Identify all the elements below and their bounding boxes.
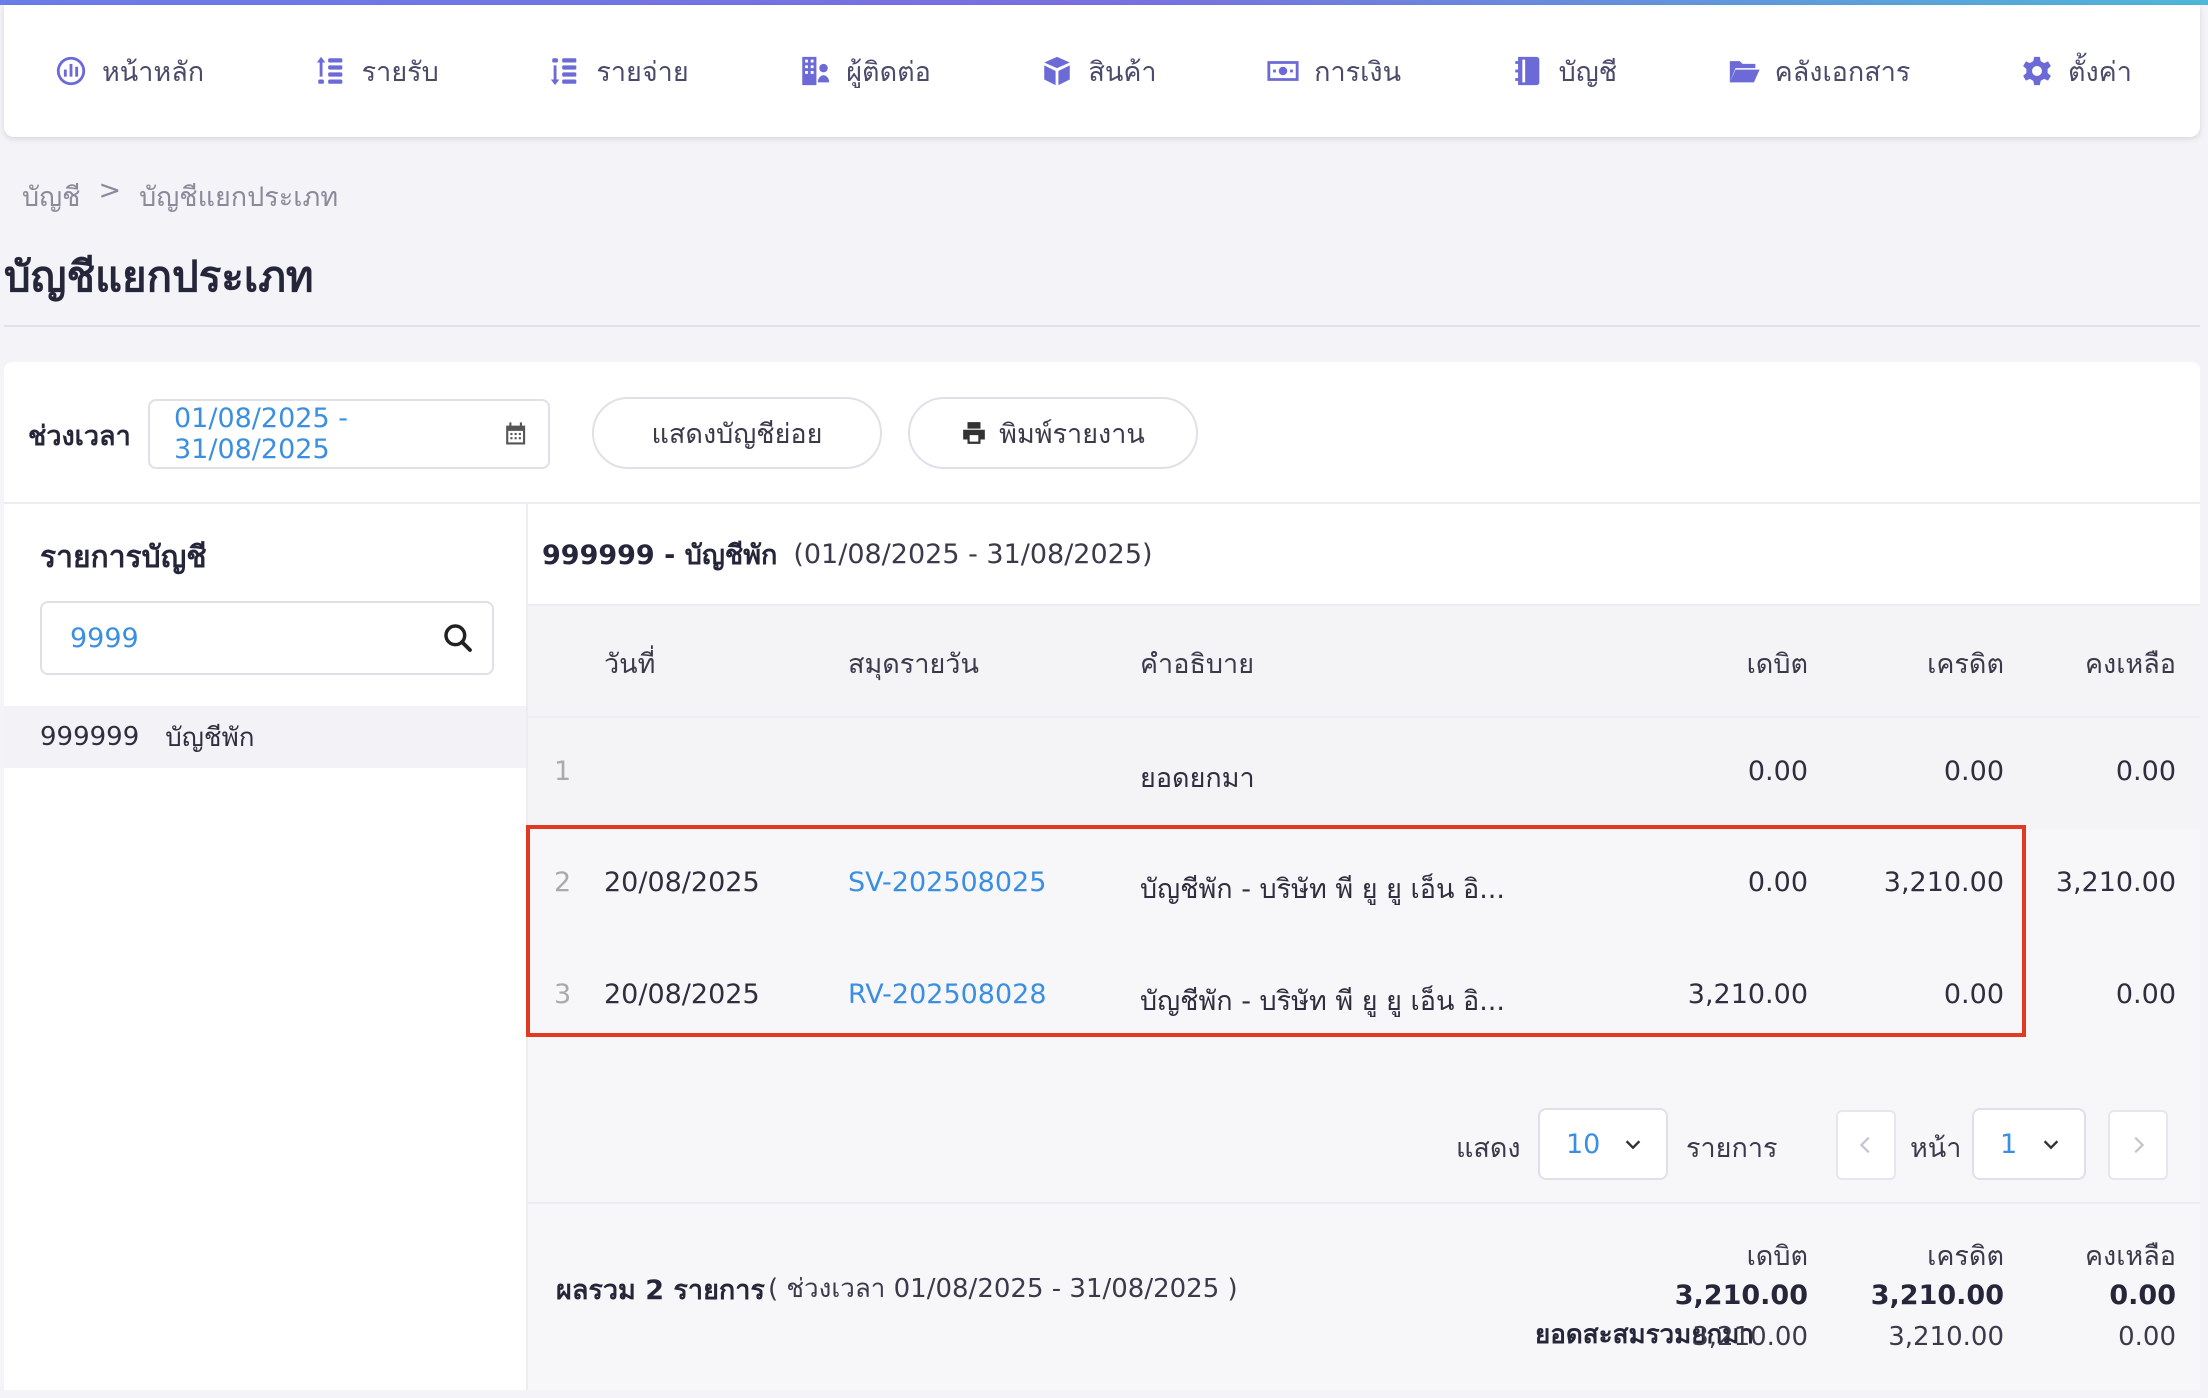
summary-cum-debit: 3,210.00	[1692, 1322, 1808, 1352]
summary-balance-label: คงเหลือ	[2084, 1241, 2176, 1272]
search-icon[interactable]	[442, 622, 474, 654]
summary-total-label: ผลรวม 2 รายการ	[556, 1275, 765, 1306]
nav-label: สินค้า	[1088, 56, 1157, 88]
show-subaccounts-button[interactable]: แสดงบัญชีย่อย	[592, 397, 882, 469]
breadcrumb-current: บัญชีแยกประเภท	[139, 182, 339, 213]
col-balance: คงเหลือ	[2084, 649, 2176, 680]
ledger-account-name: 999999 - บัญชีพัก	[542, 539, 778, 571]
money-icon	[1267, 61, 1299, 81]
title-divider	[4, 325, 2200, 327]
nav-label: บัญชี	[1558, 56, 1618, 88]
ledger-summary: ผลรวม 2 รายการ ( ช่วงเวลา 01/08/2025 - 3…	[528, 1202, 2200, 1390]
account-list-item[interactable]: 999999 บัญชีพัก	[4, 706, 526, 768]
summary-cum-balance: 0.00	[2118, 1322, 2176, 1352]
nav-item-home[interactable]: หน้าหลัก	[54, 50, 204, 93]
breadcrumb: บัญชี > บัญชีแยกประเภท	[22, 175, 338, 218]
account-list-panel: รายการบัญชี 999999 บัญชีพัก	[4, 502, 528, 1390]
pager-page-label: หน้า	[1910, 1133, 1962, 1164]
page-title: บัญชีแยกประเภท	[4, 252, 314, 301]
summary-cum-credit: 3,210.00	[1888, 1322, 2004, 1352]
row-balance: 0.00	[2115, 756, 2176, 787]
chevron-down-icon	[1625, 1140, 1641, 1150]
account-search-box	[40, 601, 494, 675]
chevron-right-icon	[2134, 1136, 2145, 1154]
page-value: 1	[2000, 1128, 2018, 1160]
nav-label: การเงิน	[1314, 56, 1402, 88]
calendar-icon	[505, 422, 525, 445]
account-search-input[interactable]	[70, 622, 430, 654]
main-navbar: หน้าหลัก รายรับ รายจ่าย ผู้ติดต่อ สินค้า…	[4, 5, 2200, 137]
nav-label: ตั้งค่า	[2067, 56, 2132, 88]
printer-icon	[963, 422, 985, 444]
highlight-annotation	[526, 825, 2026, 1037]
summary-total-balance: 0.00	[2109, 1280, 2176, 1311]
summary-total-credit: 3,210.00	[1870, 1280, 2004, 1311]
print-report-label: พิมพ์รายงาน	[999, 418, 1145, 450]
summary-period: ( ช่วงเวลา 01/08/2025 - 31/08/2025 )	[768, 1274, 1238, 1304]
nav-label: หน้าหลัก	[102, 56, 205, 88]
gear-icon	[2023, 56, 2051, 86]
breadcrumb-root[interactable]: บัญชี	[22, 175, 80, 218]
date-range-picker[interactable]: 01/08/2025 - 31/08/2025	[148, 399, 550, 469]
period-label: ช่วงเวลา	[28, 421, 131, 452]
col-date: วันที่	[604, 649, 656, 680]
date-range-value: 01/08/2025 - 31/08/2025	[174, 403, 348, 465]
row-credit: 0.00	[1943, 756, 2004, 787]
expense-icon	[551, 58, 577, 86]
income-icon	[316, 56, 343, 84]
nav-item-expense[interactable]: รายจ่าย	[548, 50, 689, 93]
account-name: บัญชีพัก	[165, 722, 255, 753]
page-size-select[interactable]: 10	[1538, 1108, 1668, 1180]
nav-label: รายรับ	[361, 56, 439, 88]
row-number: 1	[554, 756, 572, 787]
print-report-button[interactable]: พิมพ์รายงาน	[908, 397, 1198, 469]
nav-item-accounting[interactable]: บัญชี	[1511, 50, 1617, 93]
box-icon	[1044, 56, 1071, 86]
summary-total-debit: 3,210.00	[1674, 1280, 1808, 1311]
row-balance: 3,210.00	[2055, 867, 2176, 898]
page-size-value: 10	[1566, 1128, 1601, 1160]
chevron-left-icon	[1859, 1136, 1870, 1154]
pager-items-label: รายการ	[1686, 1133, 1778, 1164]
row-description: ยอดยกมา	[1140, 763, 1255, 794]
nav-item-documents[interactable]: คลังเอกสาร	[1727, 50, 1911, 93]
ledger-table-header: วันที่ สมุดรายวัน คำอธิบาย เดบิต เครดิต …	[528, 606, 2200, 718]
show-subaccounts-label: แสดงบัญชีย่อย	[651, 418, 823, 450]
pager-show-label: แสดง	[1456, 1133, 1521, 1164]
summary-debit-label: เดบิต	[1746, 1241, 1808, 1272]
nav-item-products[interactable]: สินค้า	[1040, 50, 1157, 93]
account-list-title: รายการบัญชี	[40, 540, 207, 575]
breadcrumb-separator: >	[98, 175, 122, 206]
ledger-period: (01/08/2025 - 31/08/2025)	[793, 538, 1153, 570]
folder-icon	[1729, 61, 1760, 83]
row-balance: 0.00	[2115, 979, 2176, 1010]
prev-page-button[interactable]	[1836, 1110, 1896, 1180]
col-journal: สมุดรายวัน	[848, 649, 979, 680]
dashboard-icon	[56, 56, 86, 86]
row-debit: 0.00	[1747, 756, 1808, 787]
summary-credit-label: เครดิต	[1927, 1241, 2004, 1272]
ledger-header: 999999 - บัญชีพัก (01/08/2025 - 31/08/20…	[528, 504, 2200, 606]
nav-item-finance[interactable]: การเงิน	[1266, 50, 1401, 93]
next-page-button[interactable]	[2108, 1110, 2168, 1180]
nav-label: คลังเอกสาร	[1774, 56, 1911, 88]
contacts-icon	[802, 56, 830, 86]
nav-item-contacts[interactable]: ผู้ติดต่อ	[798, 50, 931, 93]
nav-item-settings[interactable]: ตั้งค่า	[2020, 50, 2132, 93]
col-credit: เครดิต	[1927, 649, 2004, 680]
col-description: คำอธิบาย	[1140, 649, 1255, 680]
table-row: 1 ยอดยกมา 0.00 0.00 0.00	[528, 718, 2200, 830]
account-code: 999999	[40, 722, 140, 752]
col-debit: เดบิต	[1746, 649, 1808, 680]
ledger-book-icon	[1514, 56, 1539, 86]
nav-label: ผู้ติดต่อ	[846, 56, 931, 88]
nav-label: รายจ่าย	[596, 56, 689, 88]
chevron-down-icon	[2043, 1140, 2059, 1150]
page-select[interactable]: 1	[1972, 1108, 2086, 1180]
nav-item-income[interactable]: รายรับ	[314, 50, 439, 93]
